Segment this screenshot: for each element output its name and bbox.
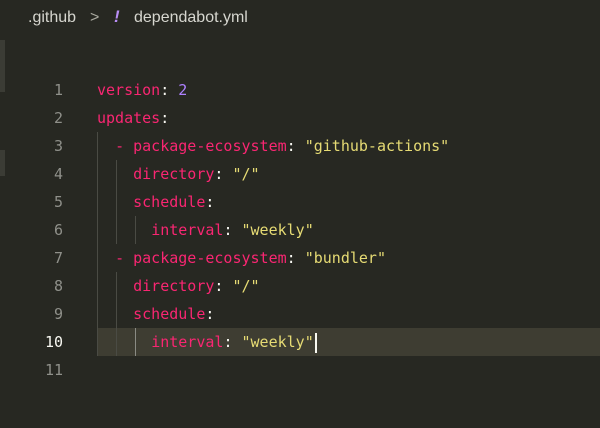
yaml-key: updates [97,109,161,127]
line-content: schedule: [97,300,214,328]
code-line[interactable]: 8 directory: "/" [0,272,600,300]
yaml-key: package-ecosystem [133,137,287,155]
yaml-key: schedule [133,305,206,323]
yaml-key: interval [151,221,224,239]
yaml-key: directory [133,165,215,183]
line-number: 8 [53,277,63,295]
colon: : [223,333,233,351]
chevron-right-icon: > [90,9,100,26]
yaml-key: package-ecosystem [133,249,287,267]
line-number: 10 [44,333,63,351]
line-content: - package-ecosystem: "bundler" [97,244,386,272]
code-line[interactable]: 7 - package-ecosystem: "bundler" [0,244,600,272]
code-editor[interactable]: 1 version: 2 2 updates: 3 - package-ecos… [0,76,600,428]
line-number: 11 [44,361,63,379]
line-content: schedule: [97,188,214,216]
text-cursor [314,332,317,353]
colon: : [205,305,215,323]
line-number: 3 [53,137,63,155]
colon: : [160,109,170,127]
list-dash: - [115,249,125,267]
colon: : [160,81,170,99]
code-line-current[interactable]: 10 interval: "weekly" [0,328,600,356]
yaml-value: "weekly" [241,221,314,239]
yaml-file-icon: ! [114,7,120,26]
line-content: interval: "weekly" [97,328,317,356]
colon: : [223,221,233,239]
code-line[interactable]: 11 [0,356,600,384]
line-number: 9 [53,305,63,323]
code-line[interactable]: 9 schedule: [0,300,600,328]
code-line[interactable]: 5 schedule: [0,188,600,216]
colon: : [214,165,224,183]
yaml-key: directory [133,277,215,295]
yaml-value: 2 [178,81,188,99]
line-content: - package-ecosystem: "github-actions" [97,132,449,160]
line-content: directory: "/" [97,272,260,300]
line-content: updates: [97,104,169,132]
line-number: 7 [53,249,63,267]
code-line[interactable]: 3 - package-ecosystem: "github-actions" [0,132,600,160]
list-dash: - [115,137,125,155]
breadcrumb: .github > ! dependabot.yml [0,0,600,40]
yaml-value: "bundler" [304,249,386,267]
line-number: 5 [53,193,63,211]
yaml-key: interval [151,333,224,351]
code-line[interactable]: 2 updates: [0,104,600,132]
yaml-value: "/" [232,277,260,295]
colon: : [205,193,215,211]
line-number: 1 [53,81,63,99]
line-content: directory: "/" [97,160,260,188]
colon: : [214,277,224,295]
yaml-value: "/" [232,165,260,183]
line-content: version: 2 [97,76,187,104]
line-content: interval: "weekly" [97,216,314,244]
line-number: 6 [53,221,63,239]
code-line[interactable]: 6 interval: "weekly" [0,216,600,244]
code-line[interactable]: 1 version: 2 [0,76,600,104]
code-line[interactable]: 4 directory: "/" [0,160,600,188]
colon: : [286,137,296,155]
line-number: 2 [53,109,63,127]
yaml-value: "weekly" [241,333,314,351]
colon: : [286,249,296,267]
breadcrumb-file[interactable]: dependabot.yml [134,9,248,27]
yaml-key: schedule [133,193,206,211]
yaml-key: version [97,81,161,99]
yaml-value: "github-actions" [304,137,450,155]
line-number: 4 [53,165,63,183]
breadcrumb-folder[interactable]: .github [28,9,76,27]
